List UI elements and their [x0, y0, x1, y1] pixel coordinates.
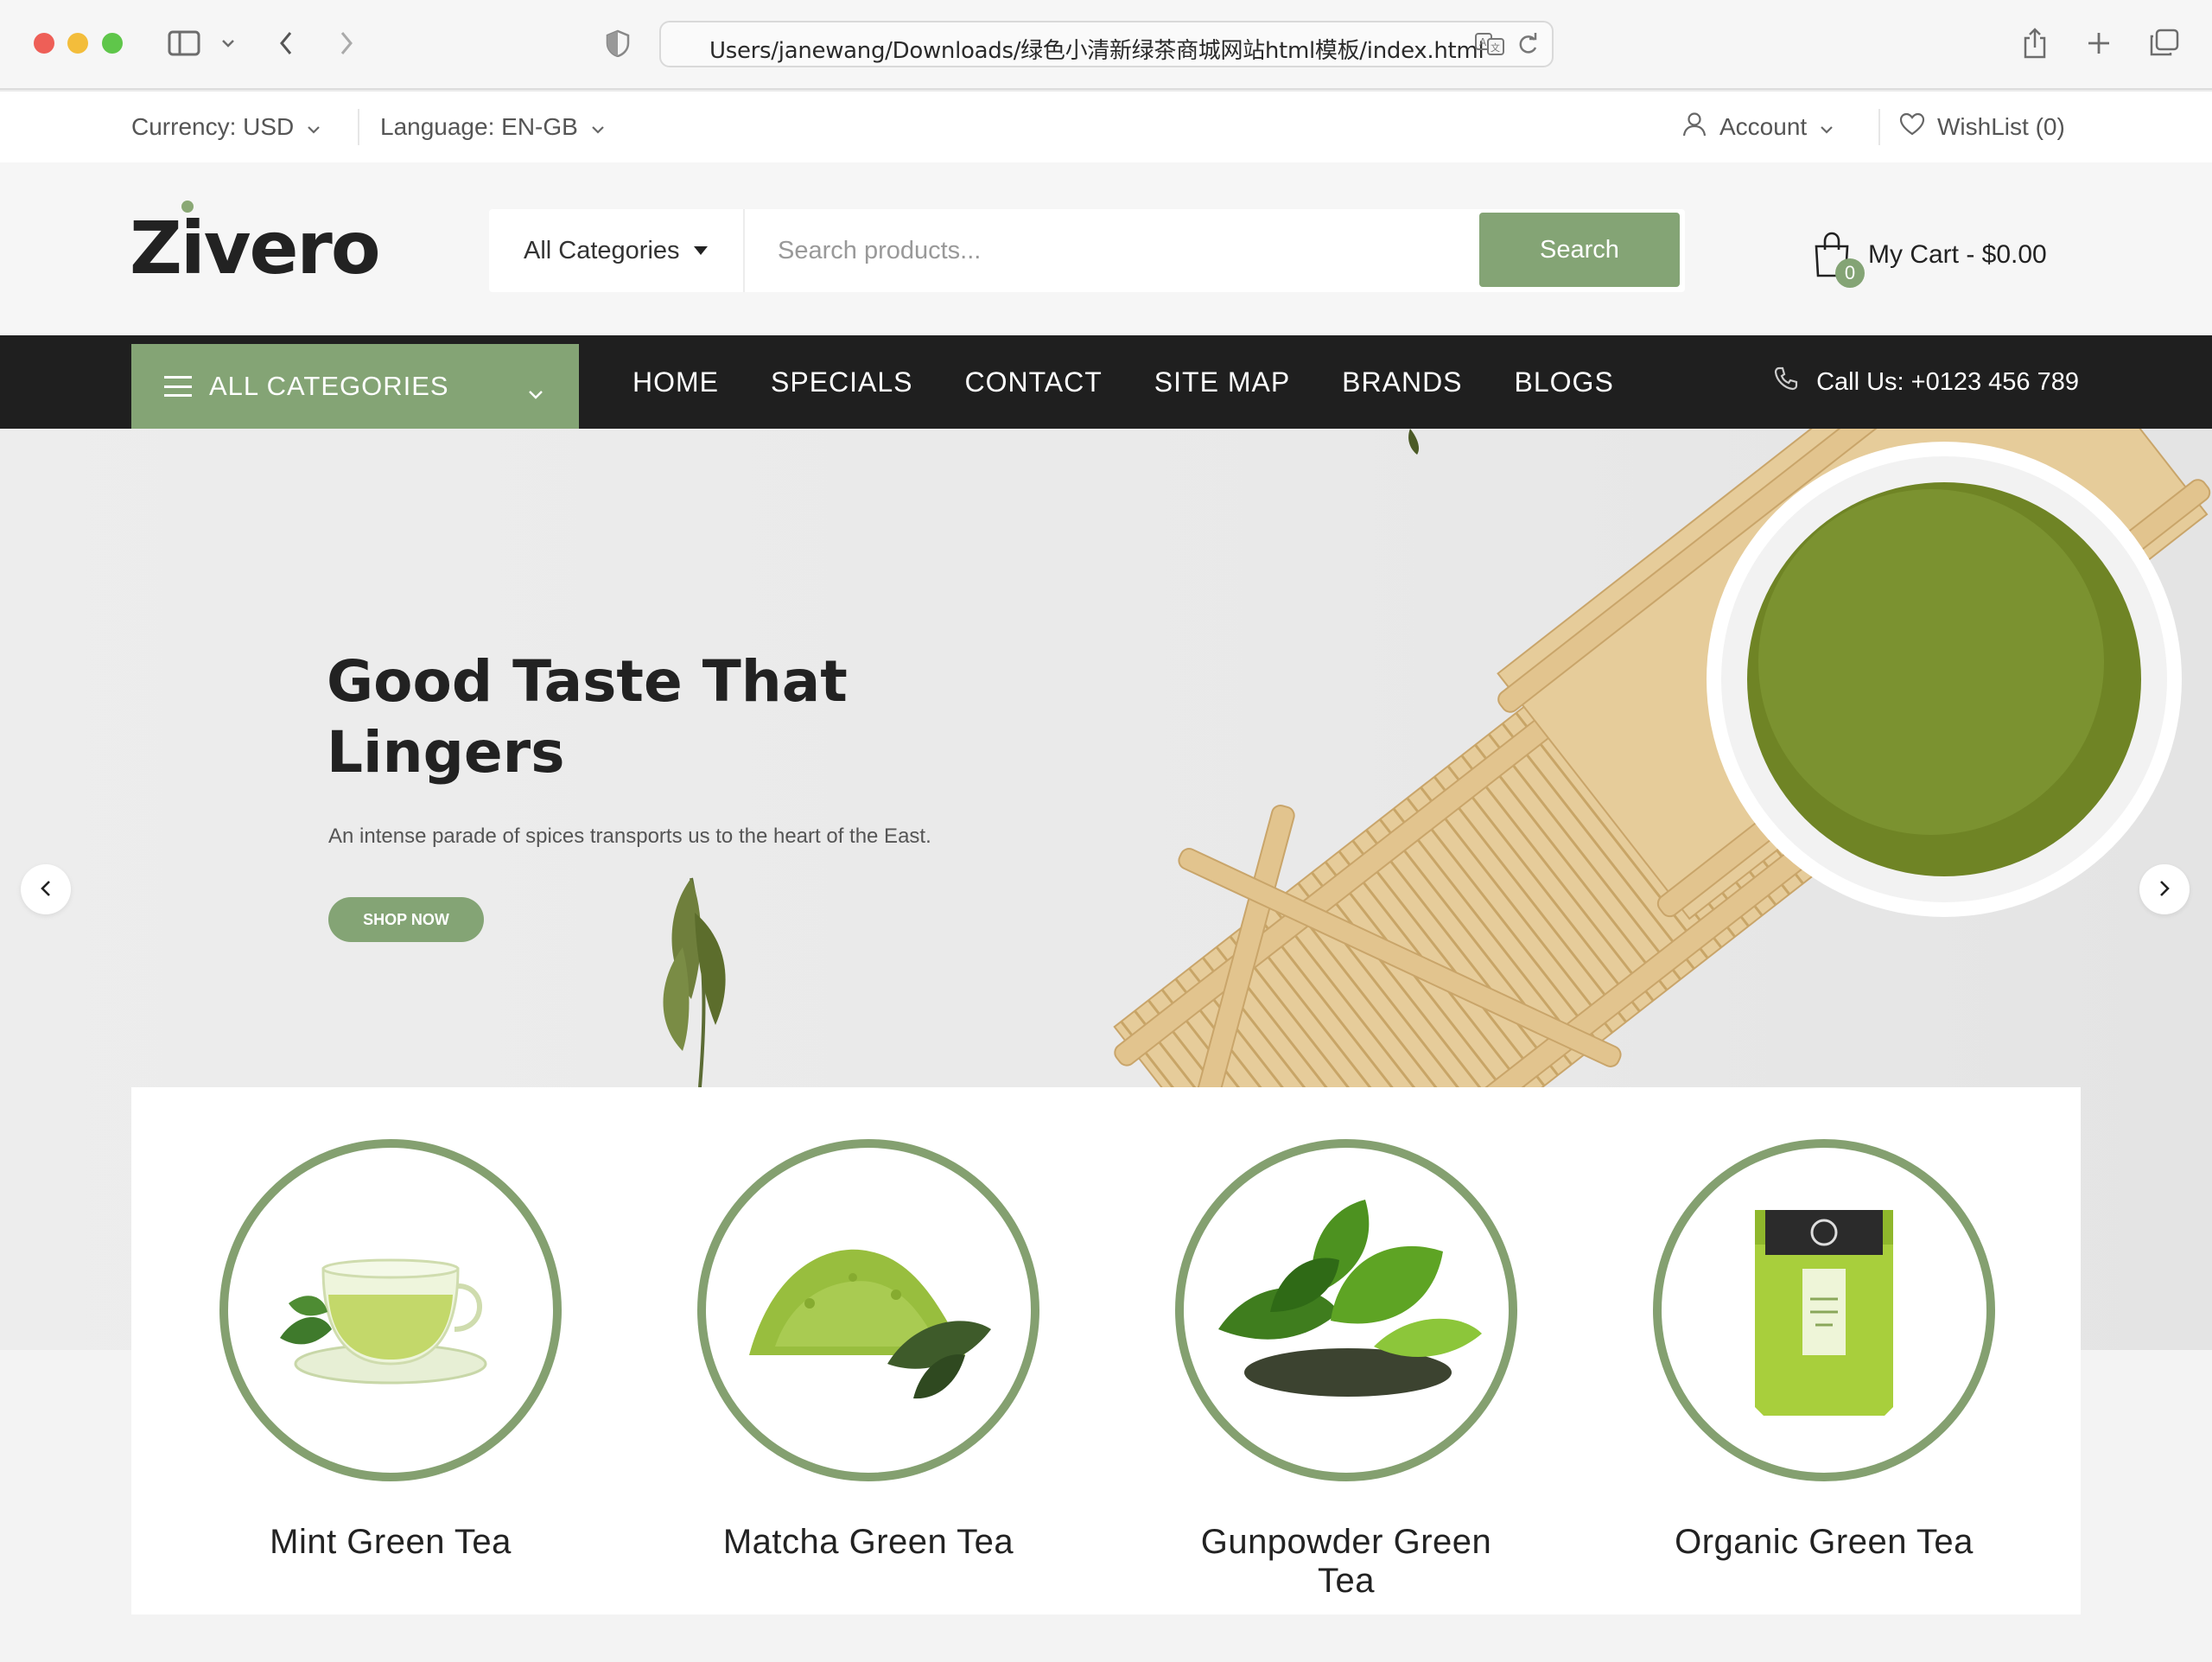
close-window-button[interactable] [34, 33, 54, 54]
cart-count-badge: 0 [1835, 258, 1865, 288]
language-dropdown[interactable]: Language: EN-GB [380, 92, 606, 162]
privacy-shield-icon[interactable] [603, 22, 632, 64]
search-input[interactable] [745, 209, 1472, 292]
top-bar: Currency: USD Language: EN-GB Account Wi… [0, 92, 2212, 162]
reload-icon[interactable] [1516, 31, 1540, 60]
slider-prev-button[interactable] [21, 864, 71, 914]
url-text: Users/janewang/Downloads/绿色小清新绿茶商城网站html… [709, 38, 1484, 64]
category-name[interactable]: Gunpowder Green Tea [1173, 1523, 1519, 1601]
chevron-right-icon [2158, 879, 2171, 901]
all-categories-label: ALL CATEGORIES [209, 371, 449, 401]
nav-item-brands[interactable]: BRANDS [1342, 366, 1462, 398]
main-navigation: ALL CATEGORIES HOME SPECIALS CONTACT SIT… [0, 335, 2212, 429]
minimize-window-button[interactable] [67, 33, 88, 54]
zoom-window-button[interactable] [102, 33, 123, 54]
language-label: Language: EN-GB [380, 113, 578, 140]
category-name[interactable]: Matcha Green Tea [696, 1523, 1041, 1562]
nav-item-contact[interactable]: CONTACT [965, 366, 1103, 398]
category-showcase: Mint Green Tea Matcha Green Tea Gunpowde… [131, 1087, 2081, 1614]
chevron-down-icon [527, 377, 544, 408]
category-item[interactable]: Gunpowder Green Tea [1173, 1139, 1519, 1601]
hamburger-icon [164, 376, 192, 397]
wishlist-link[interactable]: WishList (0) [1899, 92, 2065, 162]
hero-subtitle: An intense parade of spices transports u… [328, 825, 931, 848]
tab-overview-icon[interactable] [2146, 22, 2181, 64]
slider-next-button[interactable] [2139, 864, 2190, 914]
hero-title: Good Taste That Lingers [327, 648, 848, 786]
nav-item-site-map[interactable]: SITE MAP [1154, 366, 1290, 398]
mini-cart[interactable]: 0 My Cart - $0.00 [1813, 225, 2047, 288]
phone-icon [1773, 366, 1799, 398]
site-header: Zivero All Categories Search 0 My Cart -… [0, 162, 2212, 335]
search-button[interactable]: Search [1479, 213, 1680, 287]
user-icon [1681, 111, 1707, 143]
shop-now-button[interactable]: SHOP NOW [328, 897, 484, 942]
address-bar[interactable]: Users/janewang/Downloads/绿色小清新绿茶商城网站html… [659, 21, 1554, 67]
matcha-green-tea-image[interactable] [697, 1139, 1039, 1481]
currency-dropdown[interactable]: Currency: USD [131, 92, 321, 162]
category-item[interactable]: Mint Green Tea [218, 1139, 563, 1562]
cart-label: My Cart - $0.00 [1868, 240, 2047, 269]
category-item[interactable]: Organic Green Tea [1651, 1139, 1997, 1562]
chevron-down-icon[interactable] [218, 22, 238, 64]
search-bar: All Categories Search [489, 209, 1685, 292]
account-dropdown[interactable]: Account [1681, 92, 1834, 162]
category-select-label: All Categories [524, 236, 680, 264]
wishlist-label: WishList (0) [1937, 113, 2065, 140]
shopping-bag-icon: 0 [1813, 231, 1865, 288]
organic-green-tea-image[interactable] [1653, 1139, 1995, 1481]
nav-item-blogs[interactable]: BLOGS [1515, 366, 1614, 398]
forward-icon[interactable] [334, 22, 359, 64]
chevron-down-icon [590, 113, 606, 141]
svg-text:文: 文 [1491, 41, 1500, 54]
call-us: Call Us: +0123 456 789 [1773, 335, 2079, 429]
browser-toolbar: Users/janewang/Downloads/绿色小清新绿茶商城网站html… [0, 0, 2212, 90]
mint-green-tea-image[interactable] [219, 1139, 562, 1481]
category-select[interactable]: All Categories [489, 209, 745, 292]
back-icon[interactable] [273, 22, 299, 64]
caret-down-icon [693, 246, 708, 255]
category-name[interactable]: Organic Green Tea [1651, 1523, 1997, 1562]
new-tab-icon[interactable] [2084, 22, 2113, 64]
category-item[interactable]: Matcha Green Tea [696, 1139, 1041, 1562]
divider [1878, 109, 1880, 145]
share-icon[interactable] [2020, 22, 2050, 64]
nav-item-specials[interactable]: SPECIALS [771, 366, 913, 398]
svg-text:A: A [1479, 36, 1487, 48]
logo-leaf-dot [181, 201, 194, 213]
nav-item-home[interactable]: HOME [632, 366, 719, 398]
account-label: Account [1719, 113, 1808, 140]
chevron-down-icon [306, 113, 321, 141]
all-categories-toggle[interactable]: ALL CATEGORIES [131, 344, 579, 429]
call-us-label: Call Us: +0123 456 789 [1816, 367, 2079, 396]
divider [358, 109, 359, 145]
nav-menu: HOME SPECIALS CONTACT SITE MAP BRANDS BL… [632, 335, 1614, 429]
category-name[interactable]: Mint Green Tea [218, 1523, 563, 1562]
chevron-left-icon [39, 879, 53, 901]
chevron-down-icon [1819, 113, 1834, 141]
currency-label: Currency: USD [131, 113, 295, 140]
sidebar-toggle-icon[interactable] [166, 22, 202, 64]
site-logo[interactable]: Zivero [130, 201, 381, 290]
gunpowder-green-tea-image[interactable] [1175, 1139, 1517, 1481]
heart-icon [1899, 112, 1925, 143]
translate-icon[interactable]: A文 [1474, 31, 1505, 60]
logo-text: Zivero [130, 206, 381, 290]
